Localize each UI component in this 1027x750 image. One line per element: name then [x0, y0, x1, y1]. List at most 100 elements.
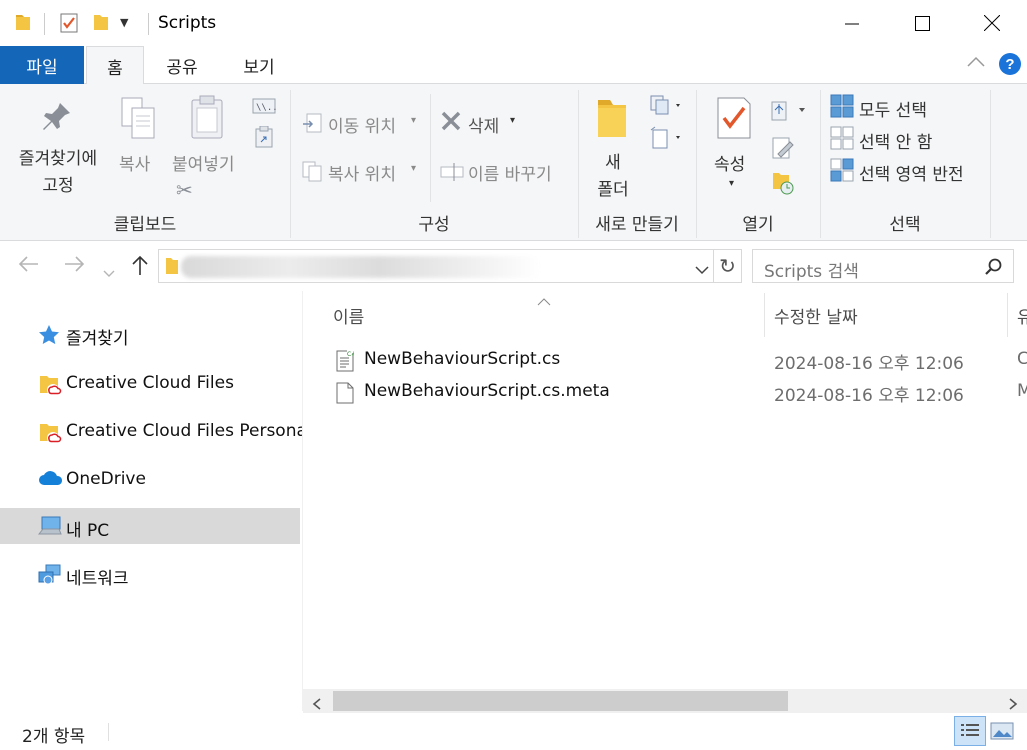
select-group-label: 선택: [889, 215, 921, 235]
copy-to-icon: [301, 160, 323, 186]
nav-item-quick-access[interactable]: 즐겨찾기: [0, 316, 300, 352]
minimize-button[interactable]: [817, 0, 887, 46]
address-dropdown-chevron-icon[interactable]: [695, 260, 709, 279]
folder-icon: [165, 256, 179, 280]
column-separator[interactable]: [764, 293, 765, 337]
tab-file[interactable]: 파일: [0, 46, 84, 84]
search-icon: [985, 258, 1003, 280]
status-separator: [108, 723, 109, 741]
delete-button[interactable]: 삭제: [468, 112, 499, 137]
history-icon[interactable]: [772, 170, 794, 200]
up-arrow-icon[interactable]: [130, 254, 150, 282]
file-name: NewBehaviourScript.cs.meta: [364, 381, 610, 401]
select-none-icon: [830, 126, 854, 154]
star-icon: [38, 324, 60, 345]
search-box[interactable]: Scripts 검색: [752, 249, 1014, 283]
file-row[interactable]: NewBehaviourScript.cs.meta 2024-08-16 오후…: [333, 378, 1027, 406]
new-group-label: 새로 만들기: [595, 215, 679, 235]
file-row[interactable]: C# NewBehaviourScript.cs 2024-08-16 오후 1…: [333, 346, 1027, 376]
column-separator[interactable]: [1007, 293, 1008, 337]
details-view-button[interactable]: [954, 716, 986, 746]
ribbon-tabs: 파일 홈 공유 보기 ?: [0, 46, 1027, 85]
file-type: C: [1017, 349, 1027, 369]
properties-button[interactable]: 속성: [714, 150, 745, 175]
address-bar[interactable]: [158, 249, 714, 283]
scrollbar-thumb[interactable]: [333, 691, 788, 711]
copy-to-dropdown-icon[interactable]: ▾: [411, 163, 416, 174]
tab-home[interactable]: 홈: [86, 46, 144, 85]
address-path-redacted: [181, 256, 541, 278]
clipboard-group-label: 클립보드: [113, 215, 177, 235]
svg-text:\\..: \\..: [256, 103, 276, 113]
copy-path-icon[interactable]: \\..: [252, 98, 278, 118]
column-header-name[interactable]: 이름: [333, 303, 364, 328]
scroll-left-arrow-icon[interactable]: [312, 695, 322, 714]
column-header-type[interactable]: 유: [1017, 303, 1027, 328]
copy-to-button[interactable]: 복사 위치: [328, 160, 396, 185]
nav-label: Creative Cloud Files: [66, 373, 234, 393]
open-icon[interactable]: [771, 98, 811, 126]
rename-button[interactable]: 이름 바꾸기: [468, 160, 552, 185]
new-folder-button[interactable]: 새 폴더: [588, 148, 638, 200]
select-all-button[interactable]: 모두 선택: [859, 96, 927, 121]
close-button[interactable]: [957, 0, 1027, 46]
file-type: M: [1017, 381, 1027, 401]
invert-selection-button[interactable]: 선택 영역 반전: [859, 160, 964, 185]
large-icons-view-icon: [990, 722, 1014, 740]
nav-label: OneDrive: [66, 469, 146, 489]
nav-item-network[interactable]: 네트워크: [0, 556, 300, 592]
refresh-button[interactable]: ↻: [714, 249, 742, 283]
collapse-ribbon-icon[interactable]: [966, 54, 986, 73]
pin-icon: [40, 100, 74, 138]
help-icon[interactable]: ?: [998, 52, 1022, 80]
tab-share[interactable]: 공유: [150, 46, 214, 84]
move-to-dropdown-icon[interactable]: ▾: [411, 115, 416, 126]
cut-icon[interactable]: ✂: [176, 178, 193, 202]
creative-cloud-folder-icon: [38, 421, 62, 444]
delete-dropdown-icon[interactable]: ▾: [510, 115, 515, 126]
folder-icon: [14, 12, 32, 36]
tab-view[interactable]: 보기: [224, 46, 294, 84]
window-title: Scripts: [158, 13, 217, 33]
onedrive-cloud-icon: [38, 469, 63, 489]
back-arrow-icon[interactable]: [18, 254, 40, 280]
properties-dropdown-icon[interactable]: ▾: [729, 178, 734, 189]
nav-label: Creative Cloud Files Personal: [66, 421, 312, 441]
scroll-right-arrow-icon[interactable]: [1008, 695, 1018, 714]
paste-shortcut-icon[interactable]: [255, 125, 273, 152]
horizontal-scrollbar[interactable]: [303, 689, 1027, 713]
details-view-icon: [961, 724, 979, 736]
nav-item-creative-cloud-files-personal[interactable]: Creative Cloud Files Personal: [0, 413, 312, 449]
pin-label-line2: 고정: [42, 176, 74, 196]
properties-check-icon[interactable]: [59, 12, 79, 38]
easy-access-icon[interactable]: [650, 126, 684, 154]
move-to-button[interactable]: 이동 위치: [328, 112, 396, 137]
invert-selection-icon: [830, 158, 854, 186]
new-folder-label-line1: 새: [605, 153, 621, 173]
file-modified-date: 2024-08-16 오후 12:06: [774, 354, 964, 374]
forward-arrow-icon[interactable]: [63, 254, 85, 280]
delete-x-icon: [440, 110, 462, 136]
nav-item-creative-cloud-files[interactable]: Creative Cloud Files: [0, 365, 300, 401]
large-icons-view-button[interactable]: [990, 722, 1014, 744]
customize-toolbar-chevron-icon[interactable]: ▼: [120, 16, 128, 29]
select-none-button[interactable]: 선택 안 함: [859, 128, 932, 153]
new-folder-icon[interactable]: [92, 12, 110, 36]
nav-item-onedrive[interactable]: OneDrive: [0, 461, 300, 497]
copy-button[interactable]: 복사: [119, 150, 150, 175]
recent-locations-chevron-icon[interactable]: [103, 260, 115, 285]
maximize-button[interactable]: [887, 0, 957, 46]
column-header-modified[interactable]: 수정한 날짜: [774, 303, 858, 328]
edit-icon[interactable]: [772, 136, 794, 164]
title-separator: [148, 13, 149, 35]
pin-to-quick-access-button[interactable]: 즐겨찾기에 고정: [6, 144, 110, 196]
cs-script-file-icon: C#: [336, 350, 356, 376]
refresh-icon: ↻: [719, 254, 736, 278]
new-item-icon[interactable]: [650, 94, 684, 120]
organize-inner-separator: [430, 94, 431, 202]
nav-item-my-pc[interactable]: 내 PC: [0, 508, 300, 544]
item-count: 2개 항목: [22, 727, 86, 747]
rename-icon: [440, 162, 464, 186]
toolbar-separator: [44, 13, 45, 35]
paste-button[interactable]: 붙여넣기: [172, 150, 235, 175]
